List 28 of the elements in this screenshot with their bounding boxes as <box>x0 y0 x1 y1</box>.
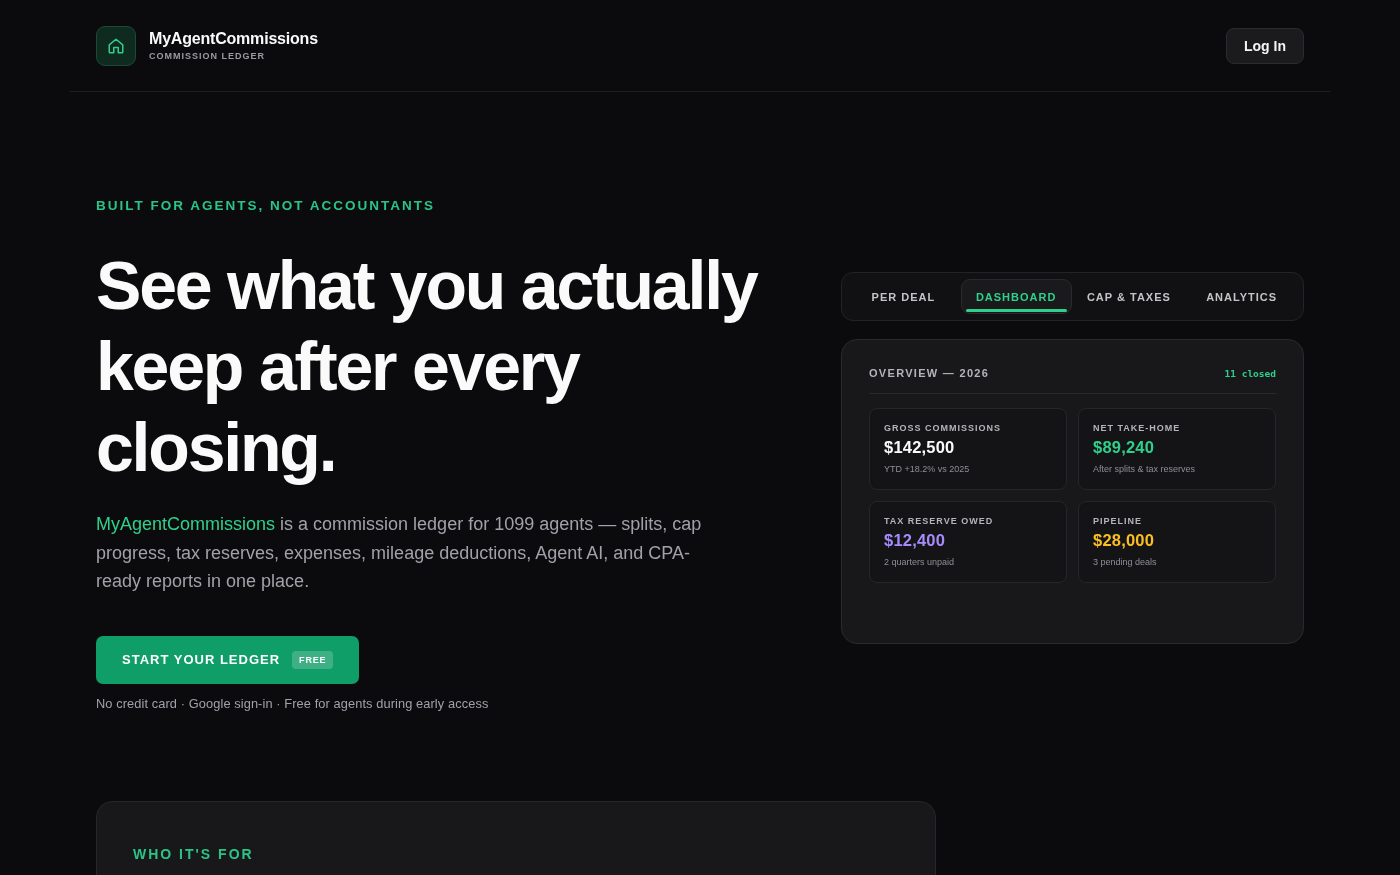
brand-tagline: COMMISSION LEDGER <box>149 51 266 61</box>
stat-caption: YTD +18.2% vs 2025 <box>884 464 971 474</box>
section-eyebrow: WHO IT'S FOR <box>133 845 254 862</box>
free-tag: FREE <box>292 650 334 669</box>
closed-count: 11 closed <box>1224 367 1276 379</box>
stat-label: TAX RESERVE OWED <box>884 516 995 526</box>
house-icon <box>107 36 125 55</box>
brand-name: MyAgentCommissions <box>149 30 318 48</box>
stat-label: GROSS COMMISSIONS <box>884 423 1002 433</box>
stat-label: NET TAKE-HOME <box>1093 423 1182 433</box>
stat-label: PIPELINE <box>1093 516 1143 526</box>
stat-value: $28,000 <box>1093 531 1156 550</box>
stat-value: $89,240 <box>1093 438 1156 457</box>
stat-caption: 2 quarters unpaid <box>884 557 956 567</box>
login-button[interactable]: Log In <box>1226 27 1304 64</box>
preview-tab[interactable]: CAP & TAXES <box>1073 279 1185 314</box>
stat-caption: 3 pending deals <box>1093 557 1158 567</box>
hero-eyebrow: BUILT FOR AGENTS, NOT ACCOUNTANTS <box>96 198 435 213</box>
stat-caption: After splits & tax reserves <box>1093 464 1197 474</box>
overview-title: OVERVIEW — 2026 <box>869 367 990 379</box>
hero-headline: See what you actually keep after every closing. <box>96 246 759 487</box>
preview-tab[interactable]: DASHBOARD <box>960 279 1072 314</box>
preview-tab[interactable]: ANALYTICS <box>1186 279 1297 314</box>
cta-note: No credit card · Google sign-in · Free for agents during early access <box>96 695 489 711</box>
preview-tab[interactable]: PER DEAL <box>848 279 959 314</box>
stat-value: $12,400 <box>884 531 947 550</box>
stat-value: $142,500 <box>884 438 956 457</box>
hero-description: MyAgentCommissions is a commission ledger for 1099 agents — splits, cap progress, tax reserves, expenses, mileage deductions, Agent AI, and CPA-ready reports in one place. <box>96 513 703 593</box>
